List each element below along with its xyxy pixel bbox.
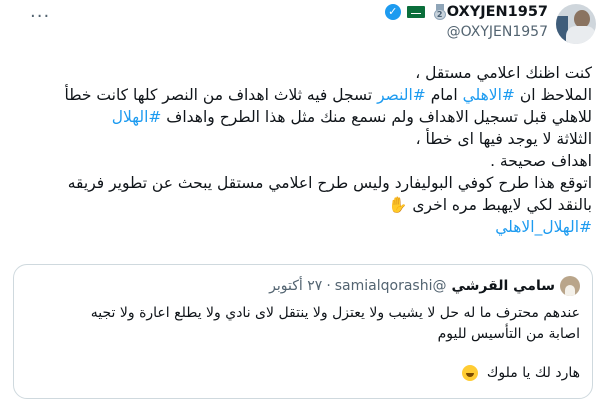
tweet-text-segment: اهداف صحيحة . [490,152,592,170]
tweet-text-line: اتوقع هذا طرح كوفي البوليفارد وليس طرح ا… [7,172,592,194]
author-handle[interactable]: @OXYJEN1957 [447,24,548,40]
tweet-text-segment: الملاحظ ان [514,86,592,104]
tweet-text-segment: اتوقع هذا طرح كوفي البوليفارد وليس طرح ا… [67,174,592,192]
quoted-tweet-header: سامي القرشي @samialqorashi · ٢٧ أكتوبر [265,276,580,296]
quoted-tweet-text: عندهم محترف ما له حل لا يشيب ولا يعتزل و… [20,303,580,345]
quoted-tweet[interactable]: سامي القرشي @samialqorashi · ٢٧ أكتوبر ع… [13,264,593,399]
quoted-tweet-last-line: هارد لك يا ملوك [462,365,580,381]
tweet-text-segment: امام [425,86,463,104]
quoted-tweet-date[interactable]: ٢٧ أكتوبر [269,278,322,294]
hashtag-link[interactable]: #الهلال_الاهلي [495,218,592,236]
more-options-icon[interactable]: ··· [30,6,50,27]
tweet-text-segment: كنت اظنك اعلامي مستقل ، [415,64,592,82]
author-avatar[interactable] [556,4,596,44]
hashtag-link[interactable]: #النصر [377,86,426,104]
quoted-tweet-line: هارد لك يا ملوك [486,365,580,381]
saudi-flag-icon [406,6,425,18]
laughing-emoji-icon [462,365,479,381]
tweet-text-line: الثلاثة لا يوجد فيها اى خطأ ، [7,128,592,150]
hashtag-link[interactable]: #الهلال [112,108,162,126]
tweet-text: كنت اظنك اعلامي مستقل ، الملاحظ ان #الاهل… [7,62,592,238]
tweet-text-segment: تسجل فيه ثلاث اهداف من النصر كلها كانت خ… [64,86,378,104]
author-name[interactable]: OXYJEN1957 [447,4,548,20]
quoted-tweet-line: عندهم محترف ما له حل لا يشيب ولا يعتزل و… [90,305,580,321]
quoted-author-handle[interactable]: @samialqorashi [335,278,447,294]
tweet-text-line: #الهلال_الاهلي [7,216,592,238]
hashtag-link[interactable]: #الاهلي [463,86,515,104]
raised-hand-emoji-icon: ✋ [388,196,408,214]
tweet-text-segment: الثلاثة لا يوجد فيها اى خطأ ، [415,130,592,148]
verified-badge-icon: ✓ [384,4,401,20]
medal-icon: 2 [433,4,447,20]
author-header: OXYJEN1957 2 ✓ [384,4,548,20]
quoted-tweet-line: اصابة من التأسيس لليوم [437,326,580,342]
quoted-author-name[interactable]: سامي القرشي [451,278,555,294]
tweet-text-line: للاهلي قبل تسجيل الاهداف ولم نسمع منك مث… [7,106,592,128]
tweet-text-line: كنت اظنك اعلامي مستقل ، [7,62,592,84]
tweet-text-segment: للاهلي قبل تسجيل الاهداف ولم نسمع منك مث… [161,108,592,126]
tweet-text-line: بالنقد لكي لايهبط مره اخرى ✋ [7,194,592,216]
tweet-text-line: الملاحظ ان #الاهلي امام #النصر تسجل فيه … [7,84,592,106]
separator-dot: · [326,278,331,294]
tweet-text-line: اهداف صحيحة . [7,150,592,172]
quoted-author-avatar[interactable] [560,276,580,296]
tweet-text-segment: بالنقد لكي لايهبط مره اخرى [407,196,592,214]
